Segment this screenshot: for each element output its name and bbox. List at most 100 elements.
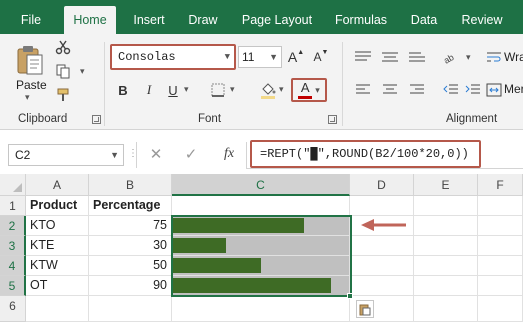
tab-review[interactable]: Review [456, 0, 508, 34]
cell-b5[interactable]: 90 [89, 276, 172, 296]
tab-formulas[interactable]: Formulas [328, 0, 394, 34]
bold-button[interactable]: B [114, 80, 132, 100]
column-header-d[interactable]: D [350, 174, 414, 196]
align-bottom-button[interactable] [406, 48, 428, 66]
cell-a3[interactable]: KTE [26, 236, 89, 256]
cell-d3[interactable] [350, 236, 414, 256]
font-name-value: Consolas [118, 50, 176, 64]
decrease-indent-button[interactable] [440, 80, 462, 100]
increase-indent-button[interactable] [462, 80, 484, 100]
align-right-button[interactable] [406, 80, 428, 100]
formula-bar: C2 ▼ ⋮ ✕ ✓ fx =REPT("█",ROUND(B2/100*20,… [0, 130, 523, 174]
row-header-6[interactable]: 6 [0, 296, 26, 322]
cell-c6[interactable] [172, 296, 350, 322]
tab-draw[interactable]: Draw [182, 0, 224, 34]
cell-f1[interactable] [478, 196, 523, 216]
cell-b4[interactable]: 50 [89, 256, 172, 276]
cell-f4[interactable] [478, 256, 523, 276]
tab-page-layout[interactable]: Page Layout [236, 0, 318, 34]
cell-e6[interactable] [414, 296, 478, 322]
orientation-button[interactable]: ab [440, 48, 462, 66]
merge-label[interactable]: Mer [504, 82, 523, 96]
cell-f2[interactable] [478, 216, 523, 236]
borders-button[interactable] [208, 80, 228, 100]
copy-button[interactable] [54, 62, 72, 80]
align-left-button[interactable] [352, 80, 374, 100]
row-header-5[interactable]: 5 [0, 276, 26, 296]
font-launcher-icon[interactable] [328, 115, 337, 124]
orientation-chevron-icon[interactable]: ▾ [466, 52, 471, 63]
cell-b6[interactable] [89, 296, 172, 322]
cell-b1[interactable]: Percentage [89, 196, 172, 216]
align-center-button[interactable] [379, 80, 401, 100]
cell-d1[interactable] [350, 196, 414, 216]
cell-e2[interactable] [414, 216, 478, 236]
underline-chevron-icon[interactable]: ▾ [184, 84, 189, 95]
align-top-button[interactable] [352, 48, 374, 66]
cell-f3[interactable] [478, 236, 523, 256]
column-header-e[interactable]: E [414, 174, 478, 196]
fill-color-chevron-icon[interactable]: ▾ [279, 84, 284, 95]
row-header-2[interactable]: 2 [0, 216, 26, 236]
cell-c1[interactable] [172, 196, 350, 216]
cell-e4[interactable] [414, 256, 478, 276]
copy-chevron-icon[interactable]: ▾ [80, 66, 85, 77]
tab-file[interactable]: File [10, 0, 52, 34]
cell-c4[interactable] [172, 256, 350, 276]
cell-f6[interactable] [478, 296, 523, 322]
cell-a5[interactable]: OT [26, 276, 89, 296]
align-middle-button[interactable] [379, 48, 401, 66]
cell-e1[interactable] [414, 196, 478, 216]
cell-c3[interactable] [172, 236, 350, 256]
wrap-text-icon-button[interactable] [484, 48, 504, 66]
column-header-c[interactable]: C [172, 174, 350, 196]
cell-d4[interactable] [350, 256, 414, 276]
cancel-icon[interactable]: ✕ [148, 146, 164, 163]
format-painter-button[interactable] [54, 86, 72, 104]
wrap-text-label[interactable]: Wra [504, 50, 523, 64]
cell-a2[interactable]: KTO [26, 216, 89, 236]
cell-a4[interactable]: KTW [26, 256, 89, 276]
tab-insert[interactable]: Insert [126, 0, 172, 34]
column-header-f[interactable]: F [478, 174, 523, 196]
cell-c2[interactable] [172, 216, 350, 236]
font-size-select[interactable]: 11 ▼ [238, 46, 282, 68]
tab-home[interactable]: Home [64, 6, 116, 34]
row-header-1[interactable]: 1 [0, 196, 26, 216]
cell-b3[interactable]: 30 [89, 236, 172, 256]
cell-e3[interactable] [414, 236, 478, 256]
column-header-a[interactable]: A [26, 174, 89, 196]
paste-button[interactable] [12, 40, 48, 80]
check-icon[interactable]: ✓ [183, 146, 199, 163]
cell-a6[interactable] [26, 296, 89, 322]
cell-a1[interactable]: Product [26, 196, 89, 216]
name-box[interactable]: C2 ▼ [8, 144, 124, 166]
fill-handle[interactable] [347, 293, 353, 299]
tab-data[interactable]: Data [404, 0, 444, 34]
paste-options-button[interactable] [356, 300, 374, 318]
clipboard-launcher-icon[interactable] [92, 115, 101, 124]
increase-font-size-button[interactable]: A ▲ [287, 48, 305, 66]
italic-button[interactable]: I [140, 80, 158, 100]
cell-f5[interactable] [478, 276, 523, 296]
cell-c5[interactable] [172, 276, 350, 296]
column-header-b[interactable]: B [89, 174, 172, 196]
fx-icon[interactable]: fx [220, 145, 238, 163]
paste-chevron-icon[interactable]: ▾ [25, 92, 30, 103]
borders-chevron-icon[interactable]: ▾ [230, 84, 235, 95]
underline-button[interactable]: U [164, 80, 182, 100]
merge-center-icon-button[interactable] [484, 80, 504, 100]
cell-b2[interactable]: 75 [89, 216, 172, 236]
formula-input[interactable]: =REPT("█",ROUND(B2/100*20,0)) [250, 140, 481, 168]
cell-e5[interactable] [414, 276, 478, 296]
fill-color-button[interactable] [258, 80, 278, 100]
font-color-button[interactable]: A ▾ [291, 78, 327, 102]
cell-d5[interactable] [350, 276, 414, 296]
font-name-select[interactable]: Consolas ▼ [110, 44, 236, 70]
cut-button[interactable] [54, 38, 72, 56]
row-header-3[interactable]: 3 [0, 236, 26, 256]
orientation-icon: ab [442, 52, 456, 65]
row-header-4[interactable]: 4 [0, 256, 26, 276]
decrease-font-size-button[interactable]: A ▼ [312, 48, 330, 66]
select-all-button[interactable] [0, 174, 26, 196]
